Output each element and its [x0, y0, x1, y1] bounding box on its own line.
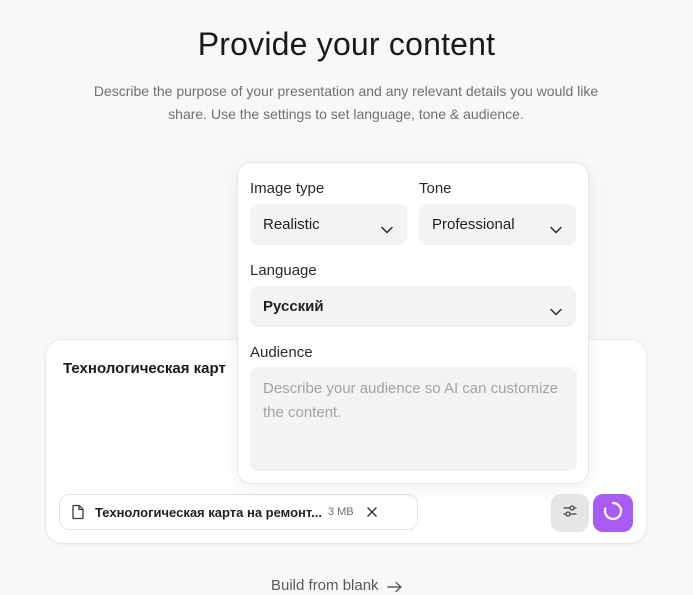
close-icon[interactable]: [365, 505, 379, 519]
language-select[interactable]: Русский: [250, 286, 576, 327]
audience-label: Audience: [250, 344, 313, 361]
attachment-size: 3 MB: [327, 506, 354, 518]
subtitle-line-2: share. Use the settings to set language,…: [168, 106, 524, 122]
language-value: Русский: [263, 298, 324, 315]
image-type-value: Realistic: [263, 216, 320, 233]
page-title: Provide your content: [197, 26, 496, 62]
page-subtitle: Describe the purpose of your presentatio…: [86, 80, 606, 126]
build-from-blank-label: Build from blank: [271, 577, 379, 594]
submit-button[interactable]: [593, 494, 633, 532]
chevron-down-icon: [381, 221, 393, 233]
attachment-name: Технологическая карта на ремонт...: [95, 504, 322, 520]
arrow-right-icon: [386, 580, 403, 592]
tone-label: Tone: [419, 180, 452, 197]
language-label: Language: [250, 262, 317, 279]
build-from-blank-link[interactable]: Build from blank: [271, 577, 403, 594]
audience-input[interactable]: [250, 367, 577, 471]
settings-popover: Image type Realistic Tone Professional L…: [237, 162, 589, 484]
sliders-icon: [562, 503, 578, 524]
chevron-down-icon: [550, 303, 562, 315]
content-input-text[interactable]: Технологическая карт: [63, 360, 226, 377]
subtitle-line-1: Describe the purpose of your presentatio…: [93, 83, 599, 99]
loading-spinner-icon: [602, 500, 624, 527]
tone-select[interactable]: Professional: [419, 204, 576, 245]
image-type-select[interactable]: Realistic: [250, 204, 407, 245]
chevron-down-icon: [550, 221, 562, 233]
settings-button[interactable]: [551, 494, 589, 532]
page: Provide your content Describe the purpos…: [0, 0, 693, 595]
tone-value: Professional: [432, 216, 515, 233]
image-type-label: Image type: [250, 180, 325, 197]
attachment-chip: Технологическая карта на ремонт... 3 MB: [59, 494, 418, 530]
file-icon: [71, 504, 85, 520]
